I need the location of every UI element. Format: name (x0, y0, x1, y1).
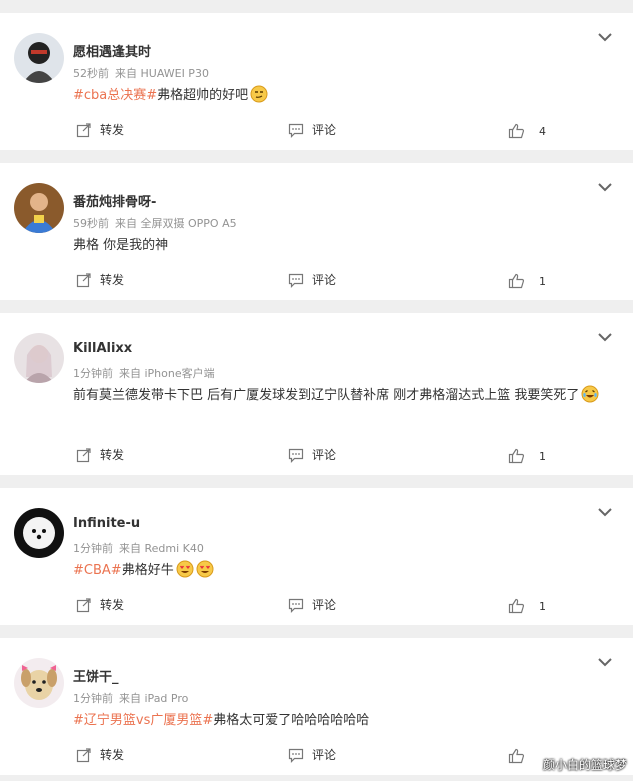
repost-label: 转发 (100, 748, 125, 762)
comment-label: 评论 (312, 123, 337, 137)
comment-meta: 52秒前 来自 HUAWEI P30 (73, 65, 209, 81)
repost-button[interactable]: 转发 (76, 596, 124, 613)
smug-face-emoji-icon (250, 85, 268, 111)
repost-button[interactable]: 转发 (76, 446, 124, 463)
timestamp: 1分钟前 (73, 367, 113, 380)
comment-button[interactable]: 评论 (288, 446, 336, 463)
repost-label: 转发 (100, 598, 125, 612)
like-count: 1 (539, 599, 546, 613)
repost-label: 转发 (100, 123, 125, 137)
comment-label: 评论 (312, 448, 337, 462)
comment-label: 评论 (312, 748, 337, 762)
comment-icon (288, 273, 304, 288)
watermark: 颜小白的篮球梦 (542, 758, 627, 772)
comment-text: 弗格 你是我的神 (73, 235, 613, 257)
chevron-down-icon[interactable] (597, 31, 613, 43)
comment-icon (288, 123, 304, 138)
repost-button[interactable]: 转发 (76, 271, 124, 288)
username[interactable]: 番茄炖排骨呀- (73, 191, 156, 210)
comment-icon (288, 748, 304, 763)
heart-eyes-emoji-icon (196, 560, 214, 586)
like-count: 4 (539, 124, 546, 138)
hashtag-link[interactable]: #cba总决赛# (73, 88, 157, 103)
source-device: 来自 HUAWEI P30 (115, 67, 209, 80)
timestamp: 52秒前 (73, 67, 109, 80)
chevron-down-icon[interactable] (597, 181, 613, 193)
comment-button[interactable]: 评论 (288, 271, 336, 288)
comment-button[interactable]: 评论 (288, 596, 336, 613)
chevron-down-icon[interactable] (597, 506, 613, 518)
comment-body-text: 弗格 你是我的神 (73, 238, 169, 253)
source-device: 来自 Redmi K40 (119, 542, 204, 555)
repost-icon (76, 122, 91, 137)
laughing-tears-emoji-icon (581, 385, 599, 411)
repost-label: 转发 (100, 273, 125, 287)
comment-card: 王饼干_ 1分钟前 来自 iPad Pro #辽宁男篮vs广厦男篮#弗格太可爱了哈… (0, 638, 633, 775)
comment-text: #CBA#弗格好牛 (73, 560, 613, 586)
comment-button[interactable]: 评论 (288, 121, 336, 138)
timestamp: 59秒前 (73, 217, 109, 230)
hashtag-link[interactable]: #CBA# (73, 563, 122, 578)
comment-body-text: 弗格太可爱了哈哈哈哈哈哈 (213, 713, 370, 728)
repost-icon (76, 747, 91, 762)
comment-label: 评论 (312, 273, 337, 287)
comment-meta: 1分钟前 来自 iPhone客户端 (73, 365, 215, 381)
comment-feed: 愿相遇逢其时 52秒前 来自 HUAWEI P30 #cba总决赛#弗格超帅的好吧… (0, 0, 633, 781)
source-device: 来自 iPad Pro (119, 692, 189, 705)
avatar[interactable] (14, 333, 64, 383)
comment-card: 番茄炖排骨呀- 59秒前 来自 全屏双摄 OPPO A5 弗格 你是我的神 转发 … (0, 163, 633, 300)
username[interactable]: 愿相遇逢其时 (73, 41, 151, 60)
comment-text: 前有莫兰德发带卡下巴 后有广厦发球发到辽宁队替补席 刚才弗格溜达式上篮 我要笑死… (73, 385, 613, 411)
avatar[interactable] (14, 183, 64, 233)
avatar[interactable] (14, 33, 64, 83)
like-count: 1 (539, 274, 546, 288)
comment-body-text: 弗格好牛 (121, 563, 174, 578)
thumbs-up-icon (508, 448, 525, 464)
hashtag-link[interactable]: #辽宁男篮vs广厦男篮# (73, 713, 213, 728)
repost-button[interactable]: 转发 (76, 746, 124, 763)
source-device: 来自 iPhone客户端 (119, 367, 215, 380)
comment-body-text: 前有莫兰德发带卡下巴 后有广厦发球发到辽宁队替补席 刚才弗格溜达式上篮 我要笑死… (73, 388, 580, 403)
comment-text: #辽宁男篮vs广厦男篮#弗格太可爱了哈哈哈哈哈哈 (73, 710, 613, 732)
comment-label: 评论 (312, 598, 337, 612)
timestamp: 1分钟前 (73, 692, 113, 705)
comment-text: #cba总决赛#弗格超帅的好吧 (73, 85, 613, 111)
username[interactable]: 王饼干_ (73, 666, 119, 685)
source-device: 来自 全屏双摄 OPPO A5 (115, 217, 237, 230)
repost-icon (76, 447, 91, 462)
like-button[interactable]: 1 (508, 273, 546, 289)
repost-button[interactable]: 转发 (76, 121, 124, 138)
comment-card: 愿相遇逢其时 52秒前 来自 HUAWEI P30 #cba总决赛#弗格超帅的好吧… (0, 13, 633, 150)
like-count: 1 (539, 449, 546, 463)
comment-body-text: 弗格超帅的好吧 (157, 88, 249, 103)
thumbs-up-icon (508, 748, 525, 764)
avatar[interactable] (14, 658, 64, 708)
comment-meta: 1分钟前 来自 Redmi K40 (73, 540, 204, 556)
avatar[interactable] (14, 508, 64, 558)
like-button[interactable] (508, 748, 539, 764)
repost-icon (76, 597, 91, 612)
comment-icon (288, 448, 304, 463)
timestamp: 1分钟前 (73, 542, 113, 555)
chevron-down-icon[interactable] (597, 331, 613, 343)
repost-icon (76, 272, 91, 287)
comment-card: Infinite-u 1分钟前 来自 Redmi K40 #CBA#弗格好牛 转发… (0, 488, 633, 625)
thumbs-up-icon (508, 598, 525, 614)
chevron-down-icon[interactable] (597, 656, 613, 668)
comment-card: KillAlixx 1分钟前 来自 iPhone客户端 前有莫兰德发带卡下巴 后有… (0, 313, 633, 475)
like-button[interactable]: 1 (508, 448, 546, 464)
comment-button[interactable]: 评论 (288, 746, 336, 763)
repost-label: 转发 (100, 448, 125, 462)
username[interactable]: KillAlixx (73, 341, 132, 356)
username[interactable]: Infinite-u (73, 516, 140, 531)
comment-icon (288, 598, 304, 613)
thumbs-up-icon (508, 123, 525, 139)
like-button[interactable]: 4 (508, 123, 546, 139)
comment-meta: 59秒前 来自 全屏双摄 OPPO A5 (73, 215, 237, 231)
heart-eyes-emoji-icon (176, 560, 194, 586)
like-button[interactable]: 1 (508, 598, 546, 614)
thumbs-up-icon (508, 273, 525, 289)
comment-meta: 1分钟前 来自 iPad Pro (73, 690, 188, 706)
